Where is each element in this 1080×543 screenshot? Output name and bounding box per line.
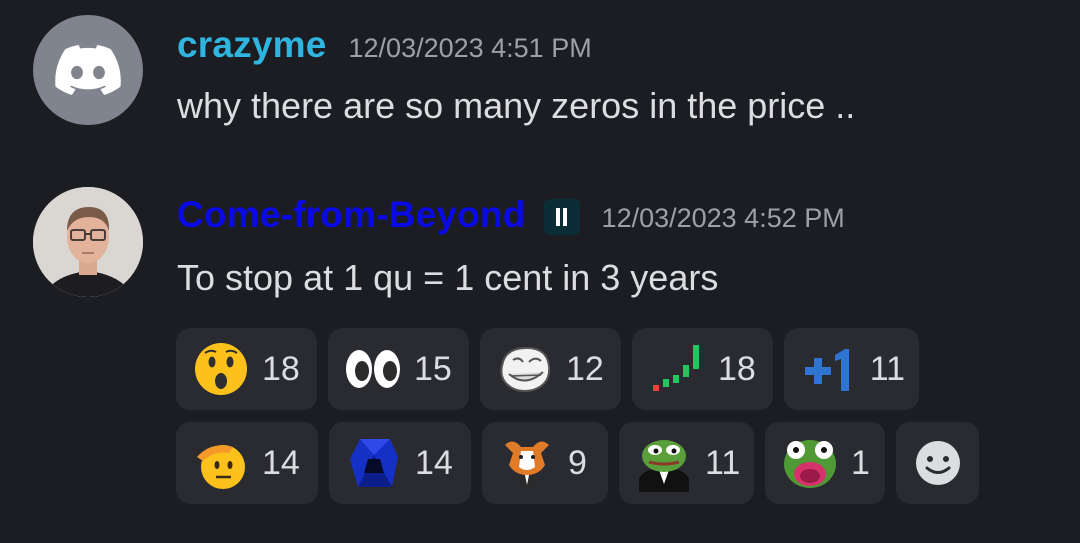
user-photo xyxy=(33,187,143,297)
username[interactable]: Come-from-Beyond xyxy=(177,194,526,236)
reaction-count: 1 xyxy=(851,443,870,482)
dancing-cow-emoji xyxy=(498,434,556,492)
message-header: crazyme 12/03/2023 4:51 PM xyxy=(177,24,592,66)
plus-one-emoji xyxy=(800,340,858,398)
hushed-face-emoji xyxy=(192,340,250,398)
message-text: why there are so many zeros in the price… xyxy=(177,85,856,126)
add-reaction-button[interactable] xyxy=(896,422,979,504)
reaction-chip[interactable]: 18 xyxy=(176,328,317,410)
eyes-emoji xyxy=(344,340,402,398)
discord-logo-icon xyxy=(55,45,121,95)
reaction-count: 15 xyxy=(414,349,452,388)
reaction-count: 14 xyxy=(262,443,300,482)
username[interactable]: crazyme xyxy=(177,24,327,66)
pepe-suit-emoji xyxy=(635,434,693,492)
reaction-count: 18 xyxy=(718,349,756,388)
reaction-count: 14 xyxy=(415,443,453,482)
reaction-count: 9 xyxy=(568,443,587,482)
reaction-chip[interactable]: 14 xyxy=(329,422,471,504)
reaction-count: 12 xyxy=(566,349,604,388)
reaction-chip[interactable]: 12 xyxy=(480,328,621,410)
chat-view: crazyme 12/03/2023 4:51 PM why there are… xyxy=(0,0,1080,543)
reaction-chip[interactable]: 14 xyxy=(176,422,318,504)
reaction-chip[interactable]: 15 xyxy=(328,328,469,410)
message-text: To stop at 1 qu = 1 cent in 3 years xyxy=(177,257,719,298)
reaction-chip[interactable]: 18 xyxy=(632,328,773,410)
reaction-count: 11 xyxy=(705,443,741,482)
message-header: Come-from-Beyond 12/03/2023 4:52 PM xyxy=(177,194,845,236)
reaction-chip[interactable]: 1 xyxy=(765,422,885,504)
saluting-face-emoji xyxy=(192,434,250,492)
reaction-count: 18 xyxy=(262,349,300,388)
stock-chart-emoji xyxy=(648,340,706,398)
reaction-chip[interactable]: 11 xyxy=(619,422,754,504)
reaction-chip[interactable]: 11 xyxy=(784,328,919,410)
pepe-shocked-emoji xyxy=(781,434,839,492)
timestamp: 12/03/2023 4:52 PM xyxy=(601,203,845,233)
blue-crystal-emoji xyxy=(345,434,403,492)
reaction-chip[interactable]: 9 xyxy=(482,422,608,504)
add-reaction-icon xyxy=(915,441,960,485)
reaction-row: 14 14 9 11 1 xyxy=(176,422,1056,504)
avatar[interactable] xyxy=(33,187,143,297)
server-tag-icon[interactable] xyxy=(543,199,580,235)
troll-face-emoji xyxy=(496,340,554,398)
reaction-bar: 18 15 12 18 11 14 14 9 11 1 xyxy=(176,328,1056,516)
timestamp: 12/03/2023 4:51 PM xyxy=(348,33,592,63)
reaction-count: 11 xyxy=(869,349,905,388)
avatar[interactable] xyxy=(33,15,143,125)
reaction-row: 18 15 12 18 11 xyxy=(176,328,1056,410)
